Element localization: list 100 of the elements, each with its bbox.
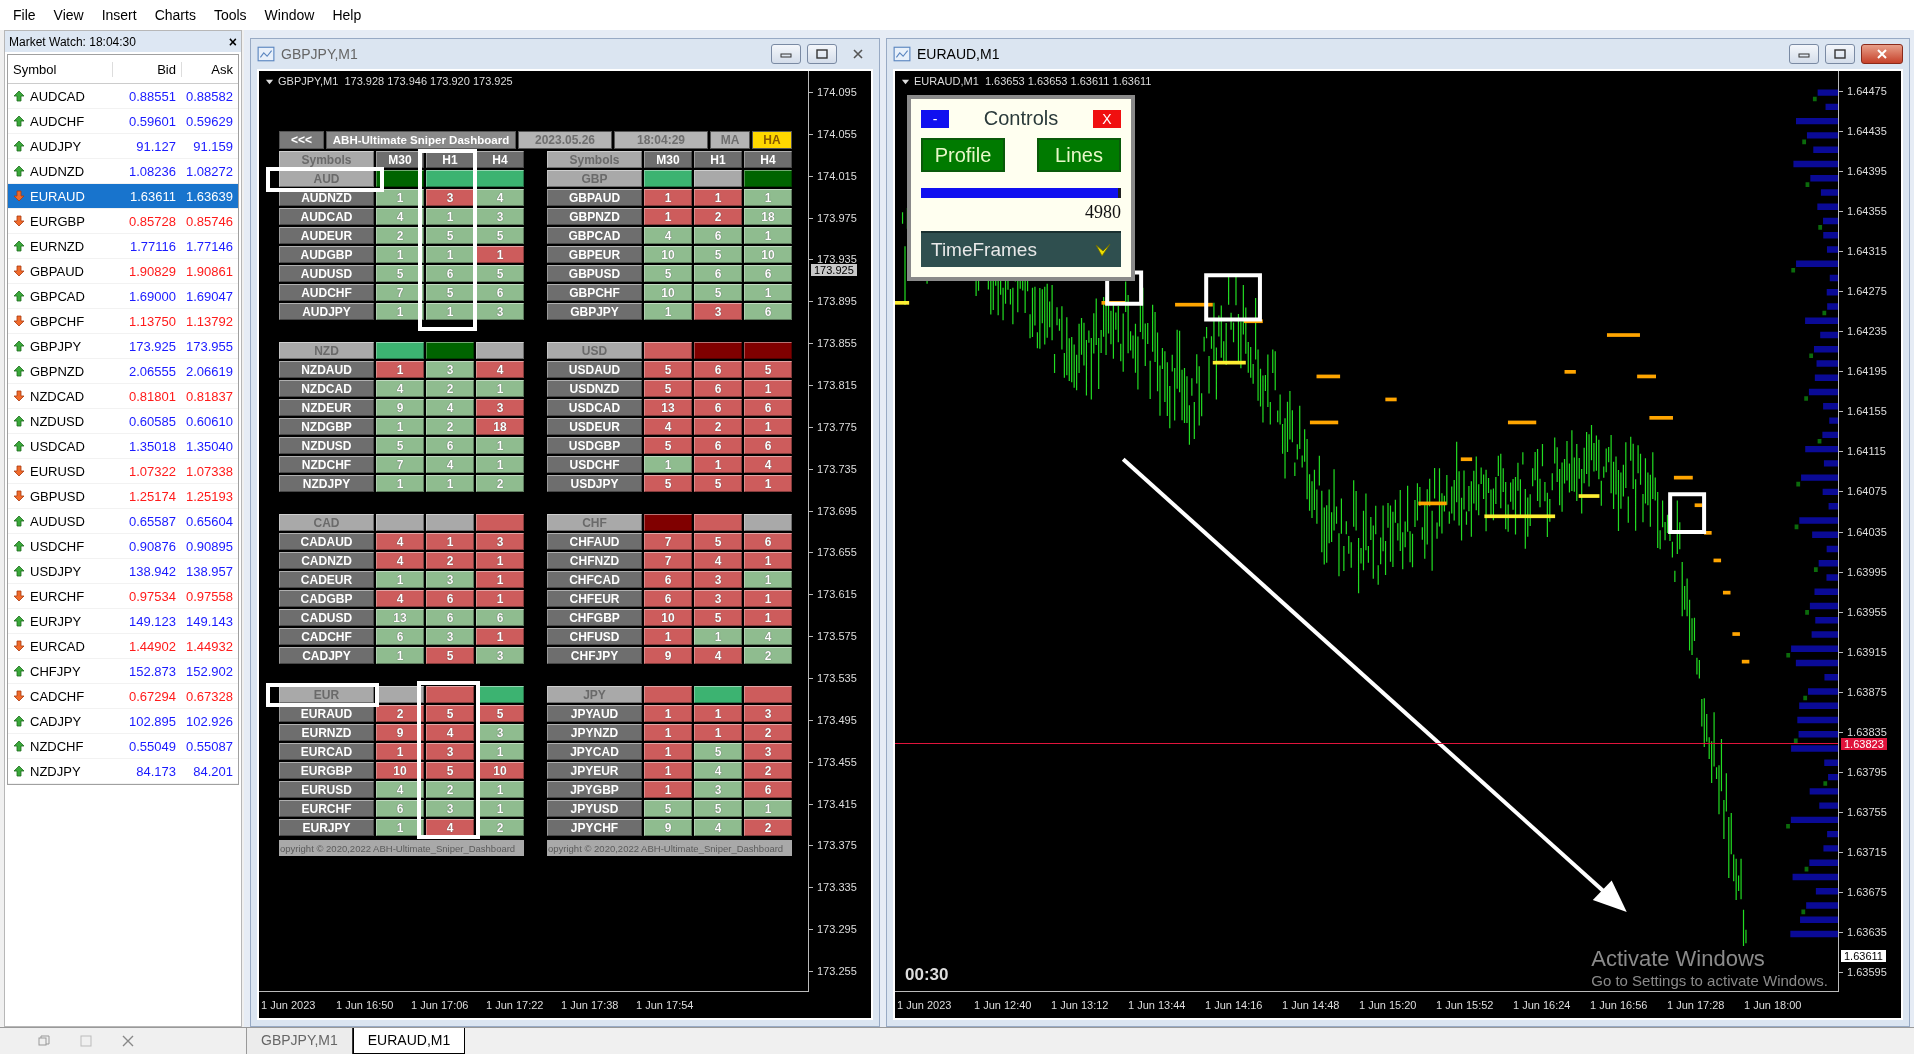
pair-label[interactable]: NZDJPY (279, 475, 374, 492)
menu-item[interactable]: Help (323, 3, 371, 27)
pair-label[interactable]: NZDUSD (279, 437, 374, 454)
symbol-row[interactable]: USDJPY 138.942 138.957 (8, 559, 238, 584)
pair-label[interactable]: GBPNZD (547, 208, 642, 225)
close-button[interactable] (1861, 44, 1903, 64)
column-header[interactable]: Ask (181, 61, 238, 77)
pair-label[interactable]: USDCHF (547, 456, 642, 473)
symbol-row[interactable]: AUDCHF 0.59601 0.59629 (8, 109, 238, 134)
dropdown-button[interactable]: TimeFrames (921, 231, 1121, 267)
pair-label[interactable]: USDGBP (547, 437, 642, 454)
pair-label[interactable]: CHFAUD (547, 533, 642, 550)
pair-label[interactable]: EURNZD (279, 724, 374, 741)
pair-label[interactable]: CHFNZD (547, 552, 642, 569)
pair-label[interactable]: AUDGBP (279, 246, 374, 263)
symbol-row[interactable]: EURAUD 1.63611 1.63639 (8, 184, 238, 209)
menu-item[interactable]: Charts (145, 3, 205, 27)
symbol-row[interactable]: NZDUSD 0.60585 0.60610 (8, 409, 238, 434)
pair-label[interactable]: GBPJPY (547, 303, 642, 320)
menu-item[interactable]: Window (255, 3, 324, 27)
pair-label[interactable]: NZDCHF (279, 456, 374, 473)
pair-label[interactable]: JPYUSD (547, 800, 642, 817)
pair-label[interactable]: GBPCAD (547, 227, 642, 244)
pair-label[interactable]: USDCAD (547, 399, 642, 416)
maximize-button[interactable] (807, 44, 837, 64)
pair-label[interactable]: CHFGBP (547, 609, 642, 626)
pair-label[interactable]: GBPUSD (547, 265, 642, 282)
pair-label[interactable]: CADAUD (279, 533, 374, 550)
pair-label[interactable]: JPYAUD (547, 705, 642, 722)
symbol-row[interactable]: NZDCAD 0.81801 0.81837 (8, 384, 238, 409)
pair-label[interactable]: CADJPY (279, 647, 374, 664)
symbol-row[interactable]: EURCAD 1.44902 1.44932 (8, 634, 238, 659)
symbol-row[interactable]: CADJPY 102.895 102.926 (8, 709, 238, 734)
pair-label[interactable]: CADEUR (279, 571, 374, 588)
pair-label[interactable]: JPYEUR (547, 762, 642, 779)
symbol-row[interactable]: EURJPY 149.123 149.143 (8, 609, 238, 634)
pair-label[interactable]: USDEUR (547, 418, 642, 435)
symbol-row[interactable]: NZDJPY 84.173 84.201 (8, 759, 238, 784)
pair-label[interactable]: USDNZD (547, 380, 642, 397)
symbol-row[interactable]: GBPNZD 2.06555 2.06619 (8, 359, 238, 384)
column-header[interactable]: Symbol (8, 61, 112, 77)
minimize-button[interactable]: - (921, 109, 949, 128)
menu-item[interactable]: File (4, 3, 45, 27)
pair-label[interactable]: JPYGBP (547, 781, 642, 798)
toggle-button[interactable]: Profile (921, 138, 1005, 172)
menu-item[interactable]: Tools (204, 3, 256, 27)
pair-label[interactable]: GBPAUD (547, 189, 642, 206)
pair-label[interactable]: CHFEUR (547, 590, 642, 607)
symbol-row[interactable]: NZDCHF 0.55049 0.55087 (8, 734, 238, 759)
pair-label[interactable]: GBPEUR (547, 246, 642, 263)
symbol-row[interactable]: EURNZD 1.77116 1.77146 (8, 234, 238, 259)
pair-label[interactable]: NZDAUD (279, 361, 374, 378)
pair-label[interactable]: AUDEUR (279, 227, 374, 244)
symbol-row[interactable]: EURUSD 1.07322 1.07338 (8, 459, 238, 484)
close-button[interactable]: × (228, 33, 237, 50)
minimize-button[interactable] (771, 44, 801, 64)
symbol-row[interactable]: AUDJPY 91.127 91.159 (8, 134, 238, 159)
menu-item[interactable]: Insert (92, 3, 146, 27)
symbol-row[interactable]: GBPCHF 1.13750 1.13792 (8, 309, 238, 334)
pair-label[interactable]: GBPCHF (547, 284, 642, 301)
pair-label[interactable]: USDAUD (547, 361, 642, 378)
symbol-row[interactable]: GBPUSD 1.25174 1.25193 (8, 484, 238, 509)
pair-label[interactable]: EURUSD (279, 781, 374, 798)
chart-tab[interactable]: EURAUD,M1 (352, 1028, 466, 1054)
symbol-row[interactable]: AUDUSD 0.65587 0.65604 (8, 509, 238, 534)
pair-label[interactable]: CHFJPY (547, 647, 642, 664)
symbol-row[interactable]: GBPAUD 1.90829 1.90861 (8, 259, 238, 284)
symbol-row[interactable]: GBPCAD 1.69000 1.69047 (8, 284, 238, 309)
symbol-row[interactable]: EURGBP 0.85728 0.85746 (8, 209, 238, 234)
close-button[interactable]: X (1093, 109, 1121, 128)
pair-label[interactable]: AUDUSD (279, 265, 374, 282)
pair-label[interactable]: NZDCAD (279, 380, 374, 397)
back-button[interactable]: <<< (279, 131, 324, 149)
toggle-button[interactable]: Lines (1037, 138, 1121, 172)
pair-label[interactable]: JPYCHF (547, 819, 642, 836)
menu-item[interactable]: View (44, 3, 93, 27)
pair-label[interactable]: EURJPY (279, 819, 374, 836)
pair-label[interactable]: AUDJPY (279, 303, 374, 320)
symbol-row[interactable]: EURCHF 0.97534 0.97558 (8, 584, 238, 609)
symbol-row[interactable]: AUDCAD 0.88551 0.88582 (8, 84, 238, 109)
pair-label[interactable]: USDJPY (547, 475, 642, 492)
mode-toggle[interactable]: HA (752, 131, 792, 149)
close-icon[interactable] (122, 1035, 134, 1047)
column-header[interactable]: Bid (112, 61, 181, 77)
pair-label[interactable]: CHFUSD (547, 628, 642, 645)
pair-label[interactable]: AUDCAD (279, 208, 374, 225)
pair-label[interactable]: AUDCHF (279, 284, 374, 301)
minimize-button[interactable] (1789, 44, 1819, 64)
pair-label[interactable]: EURCHF (279, 800, 374, 817)
pair-label[interactable]: JPYNZD (547, 724, 642, 741)
pair-label[interactable]: EURGBP (279, 762, 374, 779)
symbol-row[interactable]: USDCAD 1.35018 1.35040 (8, 434, 238, 459)
maximize-button[interactable] (1825, 44, 1855, 64)
symbol-row[interactable]: CADCHF 0.67294 0.67328 (8, 684, 238, 709)
symbol-row[interactable]: USDCHF 0.90876 0.90895 (8, 534, 238, 559)
pair-label[interactable]: CADCHF (279, 628, 374, 645)
pair-label[interactable]: JPYCAD (547, 743, 642, 760)
pair-label[interactable]: NZDGBP (279, 418, 374, 435)
pair-label[interactable]: CADUSD (279, 609, 374, 626)
pair-label[interactable]: CHFCAD (547, 571, 642, 588)
